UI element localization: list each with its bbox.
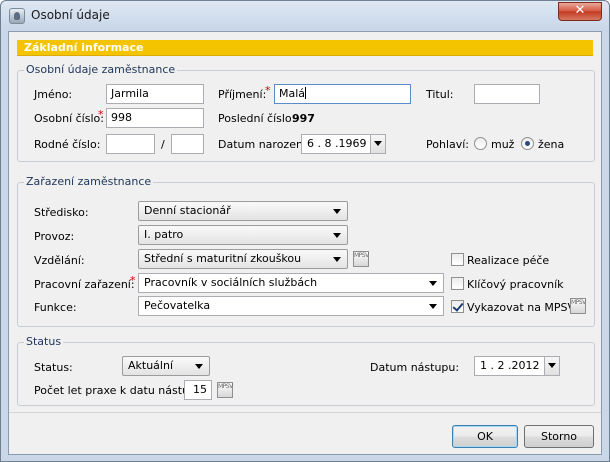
report-mpsv-label[interactable]: Vykazovat na MPSV <box>467 301 575 314</box>
function-label: Funkce: <box>34 301 77 314</box>
care-implementation-label[interactable]: Realizace péče <box>467 254 549 267</box>
job-position-value: Pracovník v sociálních službách <box>144 276 318 289</box>
status-label: Status: <box>34 361 73 374</box>
key-worker-label[interactable]: Klíčový pracovník <box>467 278 564 291</box>
chevron-down-icon <box>333 257 341 262</box>
birth-date-dropdown-button[interactable] <box>370 135 385 153</box>
education-value: Střední s maturitní zkouškou <box>144 252 302 265</box>
mpsv-icon[interactable]: MPSV <box>353 251 369 267</box>
gender-label: Pohlaví: <box>426 138 470 151</box>
required-marker: * <box>265 84 271 97</box>
years-experience-label: Počet let praxe k datu nástupu: <box>34 384 207 397</box>
gender-female-label[interactable]: žena <box>538 138 564 151</box>
title-label: Titul: <box>426 88 454 101</box>
education-label: Vzdělání: <box>34 254 85 267</box>
report-mpsv-checkbox[interactable] <box>451 300 464 313</box>
operation-value: I. patro <box>144 228 184 241</box>
job-position-select[interactable]: Pracovník v sociálních službách <box>138 273 444 293</box>
birth-number-separator: / <box>161 138 165 151</box>
center-value: Denní stacionář <box>144 204 231 217</box>
first-name-label: Jméno: <box>34 88 73 101</box>
care-implementation-checkbox[interactable] <box>451 253 464 266</box>
status-group: Status Status: Aktuální Datum nástupu: 1… <box>17 335 595 406</box>
birth-number-label: Rodné číslo: <box>34 138 101 151</box>
dialog-body: Základní informace Osobní údaje zaměstna… <box>8 31 602 455</box>
last-number-label: Poslední číslo: <box>218 112 296 125</box>
required-marker: * <box>130 274 136 287</box>
education-select[interactable]: Střední s maturitní zkouškou <box>138 249 348 269</box>
title-input[interactable] <box>474 84 540 104</box>
status-value: Aktuální <box>128 359 174 372</box>
last-name-value: Malá <box>279 87 306 100</box>
employee-number-label: Osobní číslo: <box>34 112 104 125</box>
operation-select[interactable]: I. patro <box>138 225 348 245</box>
chevron-down-icon <box>429 281 437 286</box>
years-experience-input[interactable]: 15 <box>184 380 212 400</box>
function-select[interactable]: Pečovatelka <box>138 296 444 316</box>
window-title: Osobní údaje <box>31 8 110 22</box>
ok-button[interactable]: OK <box>452 425 518 448</box>
first-name-input[interactable]: Jarmila <box>106 84 204 104</box>
personal-info-legend: Osobní údaje zaměstnance <box>24 63 178 76</box>
birth-date-picker[interactable]: 6 . 8 .1969 <box>301 134 386 154</box>
start-date-dropdown-button[interactable] <box>544 357 559 375</box>
start-date-picker[interactable]: 1 . 2 .2012 <box>474 356 560 376</box>
mpsv-icon[interactable]: MPSV <box>217 382 233 398</box>
gender-female-radio[interactable] <box>521 137 534 150</box>
title-bar[interactable]: Osobní údaje ✕ <box>1 1 609 31</box>
dialog-footer: OK Storno <box>9 412 601 454</box>
dialog-window: Osobní údaje ✕ Základní informace Osobní… <box>0 0 610 462</box>
required-marker: * <box>98 108 104 121</box>
personal-info-group: Osobní údaje zaměstnance Jméno: Jarmila … <box>17 63 595 162</box>
birth-number-part1-input[interactable] <box>106 134 155 154</box>
birth-date-label: Datum narození: <box>218 138 310 151</box>
chevron-down-icon <box>333 233 341 238</box>
section-header: Základní informace <box>17 40 593 56</box>
operation-label: Provoz: <box>34 230 75 243</box>
chevron-down-icon <box>374 141 382 146</box>
center-label: Středisko: <box>34 206 89 219</box>
start-date-label: Datum nástupu: <box>370 361 460 374</box>
last-number-value: 997 <box>292 112 315 125</box>
status-legend: Status <box>24 335 64 348</box>
mpsv-icon[interactable]: MPSV <box>570 298 586 314</box>
start-date-value: 1 . 2 .2012 <box>480 359 540 372</box>
last-name-label: Příjmení: <box>218 88 267 101</box>
cancel-button[interactable]: Storno <box>524 425 594 448</box>
close-button[interactable]: ✕ <box>558 2 602 21</box>
assignment-legend: Zařazení zaměstnance <box>24 175 154 188</box>
birth-number-part2-input[interactable] <box>171 134 204 154</box>
text-caret <box>305 87 307 99</box>
birth-date-value: 6 . 8 .1969 <box>307 137 367 150</box>
chevron-down-icon <box>195 364 203 369</box>
function-value: Pečovatelka <box>144 299 211 312</box>
chevron-down-icon <box>548 363 556 368</box>
gender-male-radio[interactable] <box>474 137 487 150</box>
last-name-input[interactable]: Malá <box>274 84 411 104</box>
chevron-down-icon <box>333 209 341 214</box>
status-select[interactable]: Aktuální <box>122 356 210 376</box>
employee-number-input[interactable]: 998 <box>106 108 204 128</box>
app-icon <box>9 8 25 24</box>
assignment-group: Zařazení zaměstnance Středisko: Denní st… <box>17 175 595 327</box>
chevron-down-icon <box>429 304 437 309</box>
key-worker-checkbox[interactable] <box>451 277 464 290</box>
center-select[interactable]: Denní stacionář <box>138 201 348 221</box>
job-position-label: Pracovní zařazení: <box>34 278 135 291</box>
gender-male-label[interactable]: muž <box>491 138 514 151</box>
